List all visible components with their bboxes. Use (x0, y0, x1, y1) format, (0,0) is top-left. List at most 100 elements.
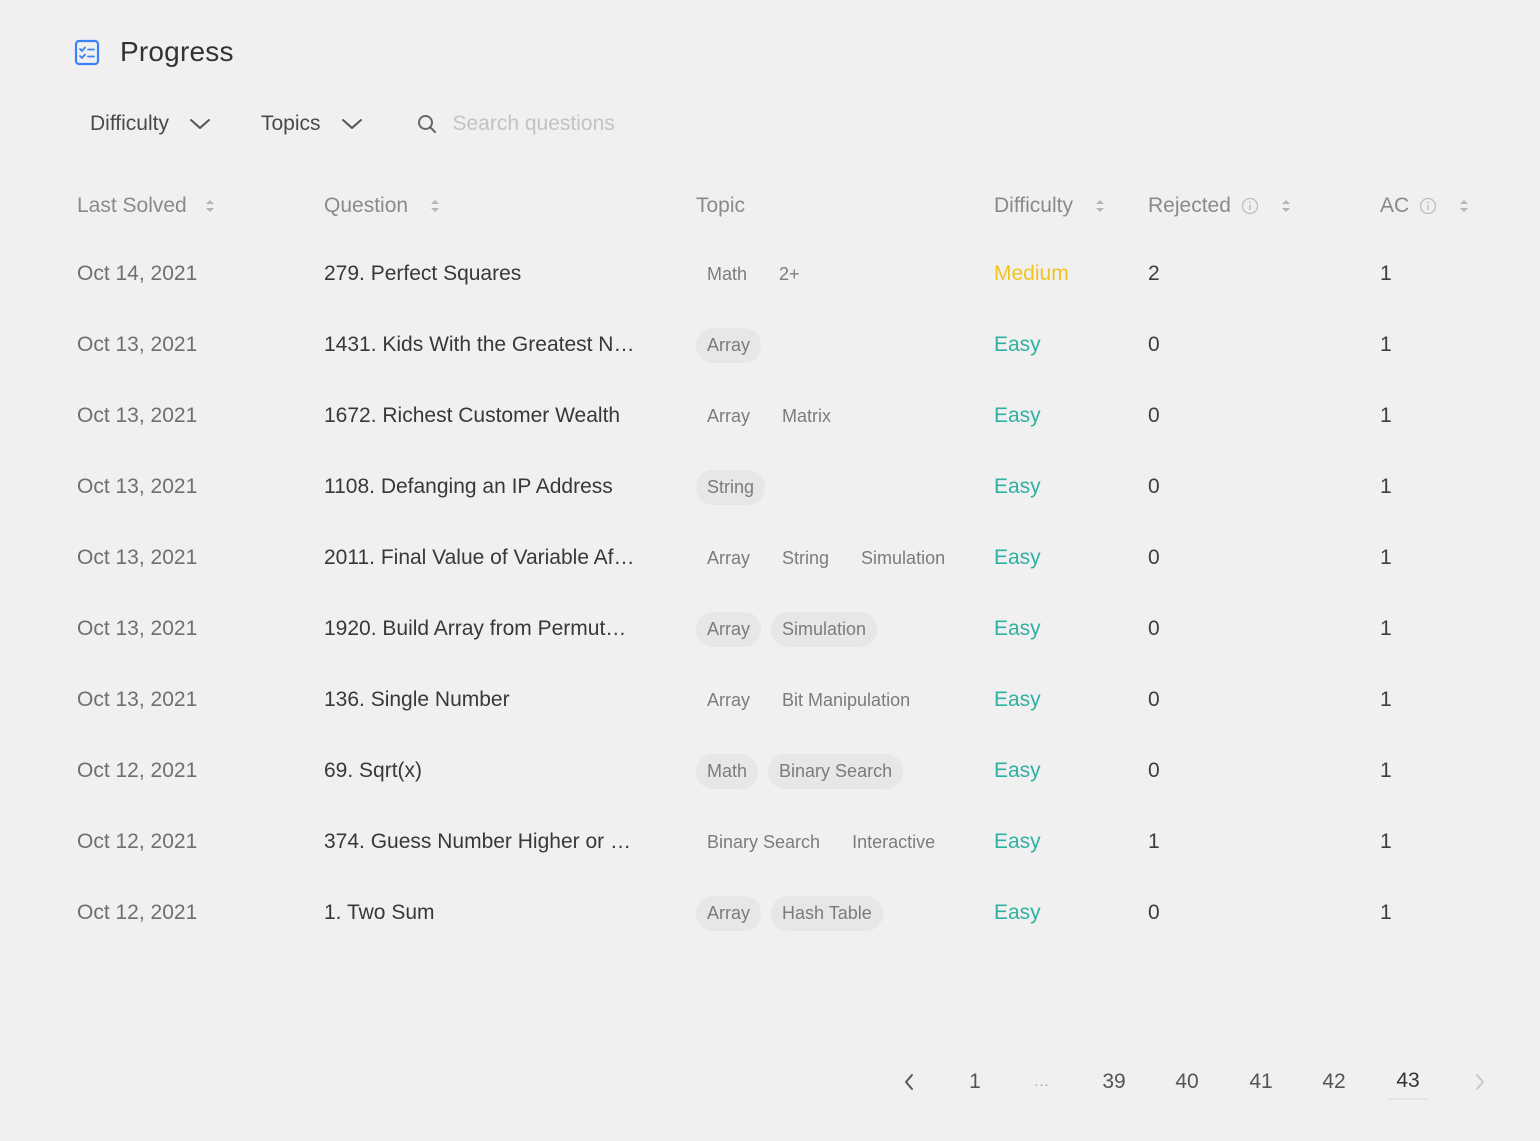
chevron-down-icon (341, 119, 362, 129)
rejected-count: 0 (1148, 901, 1160, 924)
topic-tag[interactable]: Math (696, 257, 758, 292)
topic-tag[interactable]: Array (696, 895, 762, 931)
rejected-count: 0 (1148, 617, 1160, 640)
topic-tag[interactable]: Array (696, 541, 761, 576)
search-input[interactable] (452, 112, 713, 136)
column-header-label: AC (1380, 194, 1410, 217)
sort-icon[interactable] (430, 198, 440, 214)
topic-tag[interactable]: 2+ (768, 257, 811, 292)
rejected-count: 0 (1148, 546, 1160, 569)
question-link[interactable]: 2011. Final Value of Variable Af… (324, 534, 635, 582)
page-button[interactable]: 39 (1094, 1064, 1134, 1100)
difficulty-label: Easy (994, 617, 1041, 640)
topic-tag[interactable]: Simulation (771, 611, 878, 647)
table-row[interactable]: Oct 13, 2021 1672. Richest Customer Wealt… (0, 392, 1540, 440)
ac-count: 1 (1380, 830, 1392, 853)
topic-tag[interactable]: Binary Search (696, 825, 831, 860)
sort-icon[interactable] (1459, 198, 1469, 214)
table-row[interactable]: Oct 13, 2021 136. Single Number Array Bit M… (0, 676, 1540, 724)
column-header-question[interactable]: Question (324, 188, 440, 224)
question-link[interactable]: 69. Sqrt(x) (324, 747, 422, 795)
question-link[interactable]: 136. Single Number (324, 676, 510, 724)
question-link[interactable]: 1920. Build Array from Permut… (324, 605, 626, 653)
rejected-count: 0 (1148, 333, 1160, 356)
info-icon[interactable] (1241, 197, 1259, 215)
topic-tag[interactable]: Matrix (771, 399, 842, 434)
difficulty-label: Easy (994, 333, 1041, 356)
table-row[interactable]: Oct 14, 2021 279. Perfect Squares Math 2+ Me… (0, 250, 1540, 298)
column-header-ac[interactable]: AC (1380, 188, 1469, 224)
ac-count: 1 (1380, 333, 1392, 356)
column-header-label: Last Solved (77, 194, 187, 217)
sort-icon[interactable] (1095, 198, 1105, 214)
table-row[interactable]: Oct 12, 2021 69. Sqrt(x) Math Binary Search… (0, 747, 1540, 795)
column-header-label: Question (324, 194, 409, 217)
rejected-count: 1 (1148, 830, 1160, 853)
page-button[interactable]: 1 (955, 1064, 995, 1100)
column-header-difficulty[interactable]: Difficulty (994, 188, 1105, 224)
table-row[interactable]: Oct 12, 2021 374. Guess Number Higher or … (0, 818, 1540, 866)
difficulty-label: Easy (994, 404, 1041, 427)
topic-tag[interactable]: String (771, 541, 840, 576)
table-row[interactable]: Oct 13, 2021 1920. Build Array from Permu… (0, 605, 1540, 653)
page-button[interactable]: 43 (1388, 1064, 1428, 1100)
search-box (417, 112, 713, 136)
table-row[interactable]: Oct 13, 2021 1108. Defanging an IP Addres… (0, 463, 1540, 511)
topic-tag[interactable]: Binary Search (768, 753, 904, 789)
topic-tag[interactable]: Array (696, 399, 761, 434)
ac-count: 1 (1380, 475, 1392, 498)
question-link[interactable]: 1108. Defanging an IP Address (324, 463, 613, 511)
chevron-down-icon (189, 119, 210, 129)
pagination-ellipsis[interactable]: … (1022, 1064, 1062, 1100)
topic-tags: Binary Search Interactive (696, 818, 946, 866)
last-solved-date: Oct 12, 2021 (77, 901, 198, 924)
page-button[interactable]: 40 (1167, 1064, 1207, 1100)
page-button[interactable]: 41 (1241, 1064, 1281, 1100)
topic-tags: Array Simulation (696, 605, 878, 653)
topic-tag[interactable]: Simulation (850, 541, 956, 576)
difficulty-label: Easy (994, 901, 1041, 924)
last-solved-date: Oct 12, 2021 (77, 830, 198, 853)
question-link[interactable]: 1. Two Sum (324, 889, 435, 937)
filter-bar: Difficulty Topics (90, 108, 713, 140)
question-link[interactable]: 374. Guess Number Higher or … (324, 818, 631, 866)
search-icon (417, 115, 436, 133)
topic-tag[interactable]: String (696, 469, 766, 505)
topic-tags: Array (696, 321, 762, 369)
topic-tags: Math 2+ (696, 250, 811, 298)
table-header: Last Solved Question Topic Difficulty Re… (0, 188, 1540, 224)
table-row[interactable]: Oct 13, 2021 1431. Kids With the Greatest… (0, 321, 1540, 369)
question-link[interactable]: 279. Perfect Squares (324, 250, 521, 298)
table-row[interactable]: Oct 12, 2021 1. Two Sum Array Hash Table Eas… (0, 889, 1540, 937)
last-solved-date: Oct 13, 2021 (77, 333, 198, 356)
column-header-label: Difficulty (994, 194, 1073, 217)
info-icon[interactable] (1419, 197, 1437, 215)
topics-filter-dropdown[interactable]: Topics (261, 112, 363, 136)
page-button[interactable]: 42 (1314, 1064, 1354, 1100)
topic-tag[interactable]: Math (696, 753, 759, 789)
topic-tags: String (696, 463, 766, 511)
topic-tag[interactable]: Array (696, 683, 761, 718)
last-solved-date: Oct 13, 2021 (77, 404, 198, 427)
ac-count: 1 (1380, 546, 1392, 569)
prev-page-button[interactable] (889, 1064, 929, 1100)
sort-icon[interactable] (205, 198, 215, 214)
topic-tags: Array Hash Table (696, 889, 883, 937)
difficulty-label: Easy (994, 759, 1041, 782)
difficulty-filter-dropdown[interactable]: Difficulty (90, 112, 211, 136)
table-row[interactable]: Oct 13, 2021 2011. Final Value of Variabl… (0, 534, 1540, 582)
topic-tag[interactable]: Bit Manipulation (771, 683, 921, 718)
chevron-right-icon (1476, 1074, 1484, 1090)
column-header-last-solved[interactable]: Last Solved (77, 188, 215, 224)
column-header-rejected[interactable]: Rejected (1148, 188, 1291, 224)
difficulty-label: Easy (994, 475, 1041, 498)
next-page-button[interactable] (1460, 1064, 1500, 1100)
topic-tag[interactable]: Hash Table (771, 895, 883, 931)
topic-tag[interactable]: Interactive (841, 825, 946, 860)
sort-icon[interactable] (1281, 198, 1291, 214)
topic-tag[interactable]: Array (696, 327, 762, 363)
difficulty-label: Medium (994, 262, 1069, 285)
question-link[interactable]: 1672. Richest Customer Wealth (324, 392, 620, 440)
question-link[interactable]: 1431. Kids With the Greatest N… (324, 321, 634, 369)
topic-tag[interactable]: Array (696, 611, 762, 647)
